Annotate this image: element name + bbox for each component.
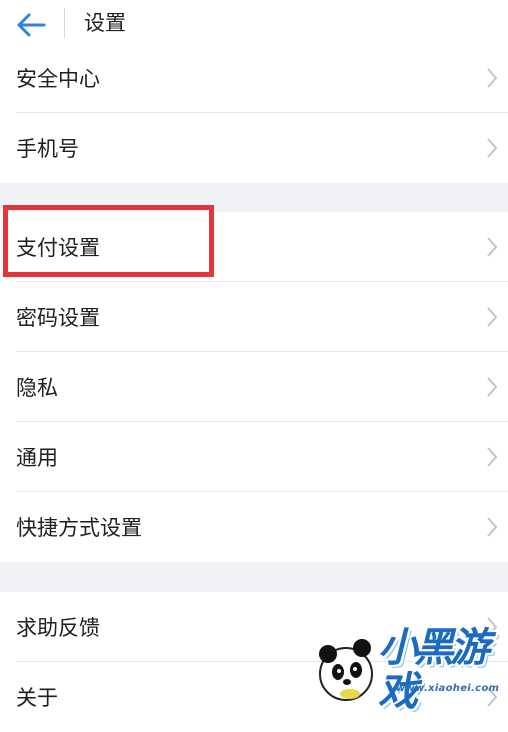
chevron-right-icon	[487, 68, 498, 88]
settings-group-main: 支付设置 密码设置 隐私 通用 快捷方式设置	[0, 212, 508, 562]
settings-group-account: 安全中心 手机号	[0, 43, 508, 183]
settings-item-phone-number[interactable]: 手机号	[0, 113, 508, 183]
chevron-right-icon	[487, 138, 498, 158]
settings-item-password-settings[interactable]: 密码设置	[0, 282, 508, 352]
settings-item-label: 通用	[16, 446, 58, 470]
settings-item-label: 隐私	[16, 376, 58, 400]
page-title: 设置	[84, 11, 126, 35]
settings-item-privacy[interactable]: 隐私	[0, 352, 508, 422]
settings-item-payment-settings[interactable]: 支付设置	[0, 212, 508, 282]
settings-item-label: 手机号	[16, 137, 79, 161]
chevron-right-icon	[487, 307, 498, 327]
chevron-right-icon	[487, 447, 498, 467]
chevron-right-icon	[487, 517, 498, 537]
watermark-site-url: www.xiaohei.com	[396, 683, 500, 694]
settings-item-label: 快捷方式设置	[16, 516, 142, 540]
header-divider	[64, 8, 65, 38]
settings-item-label: 求助反馈	[16, 616, 100, 640]
chevron-right-icon	[487, 377, 498, 397]
arrow-left-icon	[17, 13, 46, 37]
watermark-logo-text: 小黑游戏	[378, 625, 490, 715]
chevron-right-icon	[487, 237, 498, 257]
back-button[interactable]	[8, 4, 52, 44]
settings-item-security-center[interactable]: 安全中心	[0, 43, 508, 113]
settings-item-label: 支付设置	[16, 236, 100, 260]
settings-item-shortcut-settings[interactable]: 快捷方式设置	[0, 492, 508, 562]
settings-item-general[interactable]: 通用	[0, 422, 508, 492]
settings-item-label: 密码设置	[16, 306, 100, 330]
settings-item-label: 安全中心	[16, 67, 100, 91]
settings-item-label: 关于	[16, 686, 58, 710]
top-bar: 设置	[0, 0, 508, 49]
